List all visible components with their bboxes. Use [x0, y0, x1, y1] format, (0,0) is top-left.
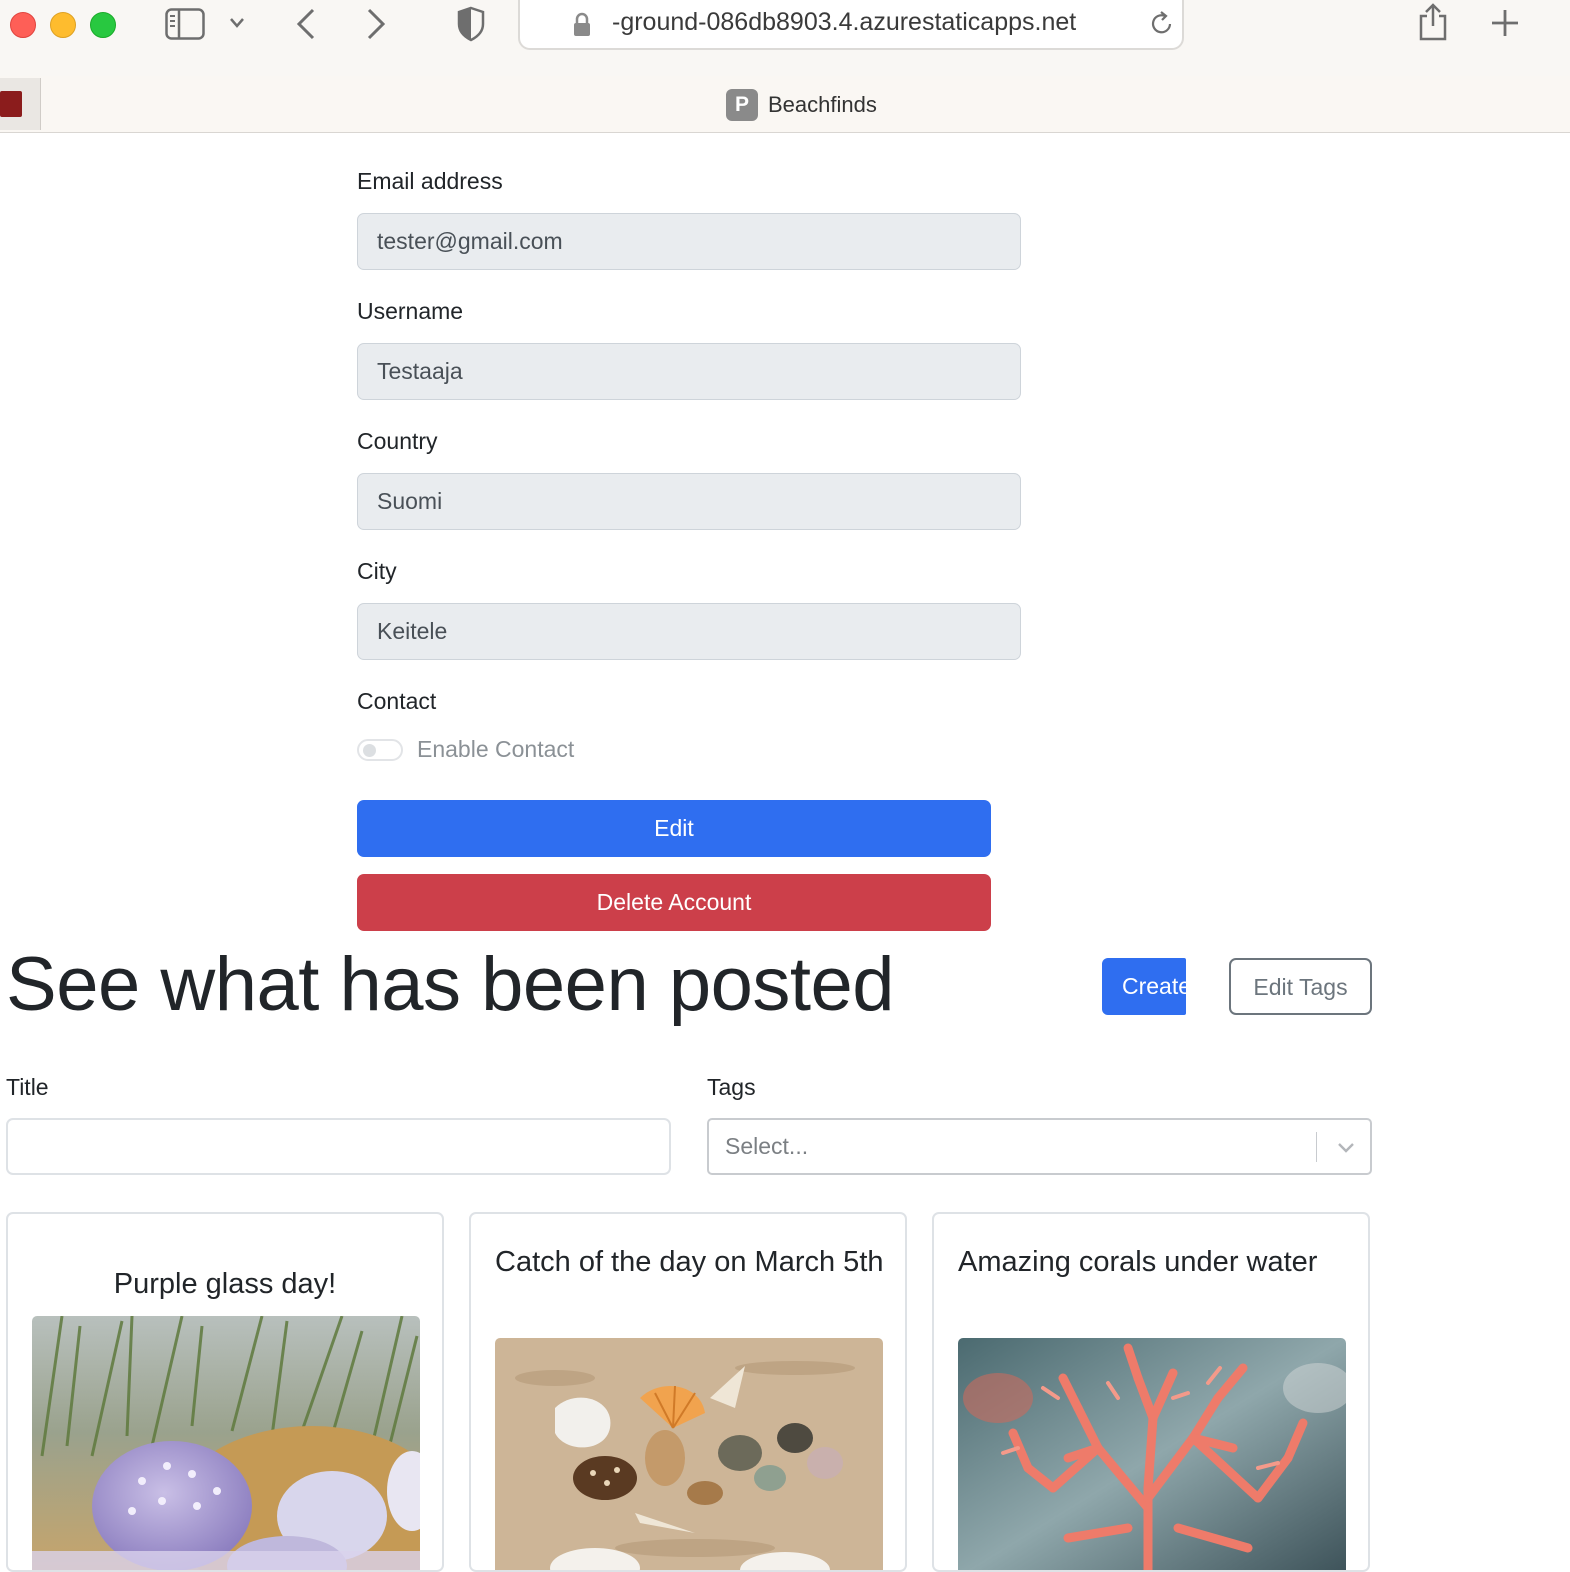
username-label: Username	[357, 298, 464, 324]
address-bar-url[interactable]: -ground-086db8903.4.azurestaticapps.net	[612, 8, 1076, 37]
active-tab[interactable]: P Beachfinds	[726, 89, 877, 121]
email-field[interactable]: tester@gmail.com	[357, 213, 1021, 270]
edit-button[interactable]: Edit	[357, 800, 991, 857]
close-window-button[interactable]	[10, 12, 36, 38]
lock-icon	[574, 12, 590, 36]
pinned-tab[interactable]	[0, 78, 41, 130]
create-post-button[interactable]: Create	[1102, 958, 1186, 1015]
tab-favicon-icon: P	[726, 89, 758, 121]
minimize-window-button[interactable]	[50, 12, 76, 38]
city-field[interactable]: Keitele	[357, 603, 1021, 660]
email-label: Email address	[357, 168, 503, 194]
title-filter-label: Title	[6, 1074, 49, 1100]
privacy-shield-icon[interactable]	[456, 6, 486, 42]
sidebar-toggle-icon[interactable]	[165, 8, 205, 40]
enable-contact-label: Enable Contact	[417, 736, 575, 762]
post-card-title: Amazing corals under water	[958, 1246, 1318, 1278]
toggle-knob	[363, 744, 376, 757]
username-field[interactable]: Testaaja	[357, 343, 1021, 400]
chevron-down-icon[interactable]	[1333, 1134, 1359, 1160]
post-card-title: Catch of the day on March 5th	[495, 1246, 884, 1278]
zoom-window-button[interactable]	[90, 12, 116, 38]
city-label: City	[357, 558, 397, 584]
tab-title: Beachfinds	[768, 92, 877, 117]
post-card-image[interactable]	[958, 1338, 1346, 1570]
post-card[interactable]: Purple glass day!	[6, 1212, 444, 1572]
edit-tags-button[interactable]: Edit Tags	[1229, 958, 1372, 1015]
back-icon[interactable]	[294, 8, 318, 40]
post-card[interactable]: Amazing corals under water	[932, 1212, 1370, 1572]
browser-toolbar: -ground-086db8903.4.azurestaticapps.net	[0, 0, 1570, 76]
enable-contact-toggle[interactable]	[357, 739, 403, 761]
post-card-image[interactable]	[495, 1338, 883, 1570]
chevron-down-icon[interactable]	[229, 16, 245, 30]
title-filter-input[interactable]	[6, 1118, 671, 1175]
tags-filter-label: Tags	[707, 1074, 756, 1100]
country-label: Country	[357, 428, 438, 454]
contact-label: Contact	[357, 688, 437, 714]
tags-select-placeholder: Select...	[725, 1133, 809, 1159]
new-tab-icon[interactable]	[1490, 8, 1520, 38]
tags-select-separator	[1316, 1132, 1317, 1162]
post-card-image[interactable]	[32, 1316, 420, 1570]
delete-account-button[interactable]: Delete Account	[357, 874, 991, 931]
country-field[interactable]: Suomi	[357, 473, 1021, 530]
reload-icon[interactable]	[1149, 10, 1175, 38]
post-card[interactable]: Catch of the day on March 5th	[469, 1212, 907, 1572]
post-card-title: Purple glass day!	[113, 1268, 337, 1300]
forward-icon[interactable]	[364, 8, 388, 40]
share-icon[interactable]	[1416, 2, 1450, 42]
posts-heading: See what has been posted	[6, 942, 895, 1027]
pinned-tab-favicon-icon	[0, 91, 22, 117]
tags-filter-select[interactable]: Select...	[707, 1118, 1372, 1175]
